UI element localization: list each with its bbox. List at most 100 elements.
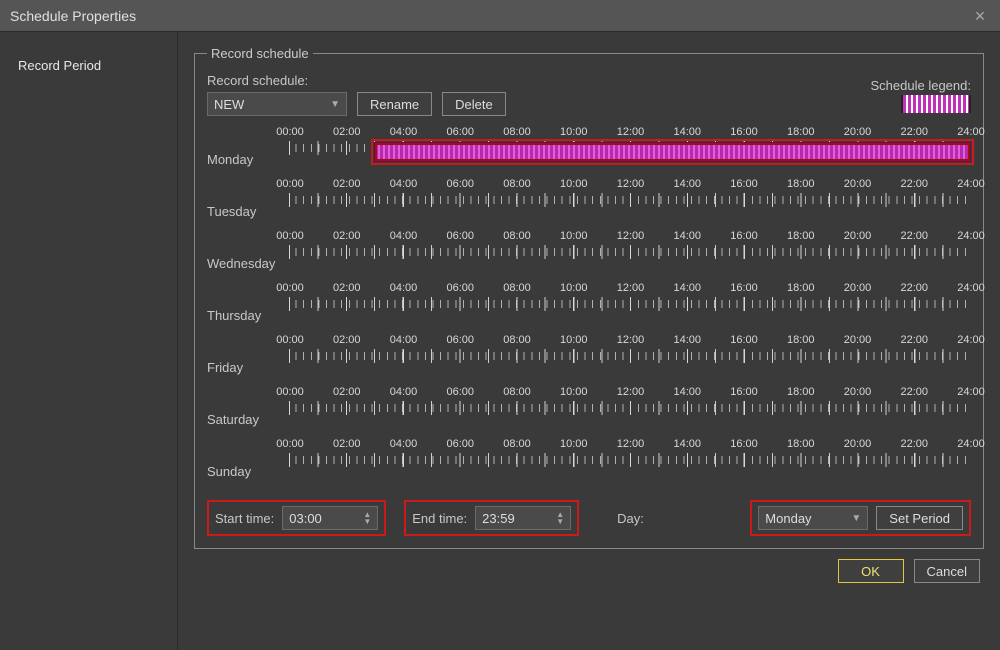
- hour-label: 16:00: [729, 282, 759, 294]
- schedule-legend-label: Schedule legend:: [871, 78, 971, 93]
- end-time-value: 23:59: [482, 511, 515, 526]
- ok-button[interactable]: OK: [838, 559, 904, 583]
- hour-label: 08:00: [502, 386, 532, 398]
- chevron-down-icon: ▼: [330, 99, 340, 110]
- start-time-value: 03:00: [289, 511, 322, 526]
- hour-label: 02:00: [332, 230, 362, 242]
- hour-label: 00:00: [275, 386, 305, 398]
- hour-label: 08:00: [502, 178, 532, 190]
- hour-label: 00:00: [275, 126, 305, 138]
- hour-label: 22:00: [899, 230, 929, 242]
- hour-label: 22:00: [899, 178, 929, 190]
- day-row: Sunday00:0002:0004:0006:0008:0010:0012:0…: [207, 438, 971, 490]
- start-time-input[interactable]: 03:00 ▲▼: [282, 506, 378, 530]
- hour-labels: 00:0002:0004:0006:0008:0010:0012:0014:00…: [289, 178, 971, 190]
- chevron-down-icon: ▼: [851, 513, 861, 524]
- schedule-select-label: Record schedule:: [207, 73, 347, 88]
- hour-label: 04:00: [389, 438, 419, 450]
- cancel-button[interactable]: Cancel: [914, 559, 980, 583]
- hour-label: 18:00: [786, 178, 816, 190]
- hour-label: 02:00: [332, 282, 362, 294]
- record-schedule-group: Record schedule Record schedule: NEW ▼ R…: [194, 46, 984, 549]
- day-select-value: Monday: [765, 511, 811, 526]
- hour-label: 16:00: [729, 386, 759, 398]
- hour-label: 14:00: [672, 178, 702, 190]
- day-select[interactable]: Monday ▼: [758, 506, 868, 530]
- hour-label: 20:00: [843, 126, 873, 138]
- groupbox-legend: Record schedule: [207, 46, 313, 61]
- ruler[interactable]: [289, 450, 971, 470]
- day-row: Wednesday00:0002:0004:0006:0008:0010:001…: [207, 230, 971, 282]
- hour-label: 08:00: [502, 282, 532, 294]
- hour-label: 14:00: [672, 334, 702, 346]
- hour-label: 22:00: [899, 334, 929, 346]
- start-time-label: Start time:: [215, 511, 274, 526]
- hour-label: 14:00: [672, 386, 702, 398]
- timeline[interactable]: 00:0002:0004:0006:0008:0010:0012:0014:00…: [289, 126, 971, 178]
- timeline[interactable]: 00:0002:0004:0006:0008:0010:0012:0014:00…: [289, 178, 971, 230]
- timeline[interactable]: 00:0002:0004:0006:0008:0010:0012:0014:00…: [289, 230, 971, 282]
- hour-label: 24:00: [956, 386, 986, 398]
- timeline[interactable]: 00:0002:0004:0006:0008:0010:0012:0014:00…: [289, 438, 971, 490]
- hour-label: 16:00: [729, 438, 759, 450]
- timeline[interactable]: 00:0002:0004:0006:0008:0010:0012:0014:00…: [289, 334, 971, 386]
- ruler[interactable]: [289, 190, 971, 210]
- hour-labels: 00:0002:0004:0006:0008:0010:0012:0014:00…: [289, 386, 971, 398]
- hour-label: 16:00: [729, 178, 759, 190]
- hour-label: 04:00: [389, 386, 419, 398]
- schedule-select[interactable]: NEW ▼: [207, 92, 347, 116]
- hour-label: 00:00: [275, 282, 305, 294]
- hour-label: 22:00: [899, 282, 929, 294]
- set-period-button[interactable]: Set Period: [876, 506, 963, 530]
- hour-label: 04:00: [389, 126, 419, 138]
- hour-label: 02:00: [332, 438, 362, 450]
- spinner-icon: ▲▼: [363, 511, 371, 525]
- hour-label: 18:00: [786, 230, 816, 242]
- hour-label: 12:00: [616, 282, 646, 294]
- rename-button[interactable]: Rename: [357, 92, 432, 116]
- hour-label: 18:00: [786, 386, 816, 398]
- hour-label: 24:00: [956, 282, 986, 294]
- end-time-input[interactable]: 23:59 ▲▼: [475, 506, 571, 530]
- hour-label: 06:00: [445, 438, 475, 450]
- hour-labels: 00:0002:0004:0006:0008:0010:0012:0014:00…: [289, 282, 971, 294]
- hour-label: 06:00: [445, 334, 475, 346]
- timeline[interactable]: 00:0002:0004:0006:0008:0010:0012:0014:00…: [289, 282, 971, 334]
- day-name: Tuesday: [207, 190, 289, 219]
- timeline[interactable]: 00:0002:0004:0006:0008:0010:0012:0014:00…: [289, 386, 971, 438]
- day-name: Wednesday: [207, 242, 289, 271]
- hour-label: 20:00: [843, 334, 873, 346]
- hour-label: 08:00: [502, 230, 532, 242]
- hour-label: 04:00: [389, 178, 419, 190]
- hour-label: 10:00: [559, 438, 589, 450]
- hour-labels: 00:0002:0004:0006:0008:0010:0012:0014:00…: [289, 438, 971, 450]
- hour-label: 22:00: [899, 386, 929, 398]
- hour-label: 06:00: [445, 230, 475, 242]
- ruler[interactable]: [289, 294, 971, 314]
- day-row: Saturday00:0002:0004:0006:0008:0010:0012…: [207, 386, 971, 438]
- hour-label: 04:00: [389, 230, 419, 242]
- day-row: Thursday00:0002:0004:0006:0008:0010:0012…: [207, 282, 971, 334]
- legend-swatch-icon: [901, 95, 971, 113]
- hour-label: 24:00: [956, 334, 986, 346]
- hour-label: 20:00: [843, 386, 873, 398]
- hour-label: 22:00: [899, 438, 929, 450]
- hour-label: 22:00: [899, 126, 929, 138]
- hour-labels: 00:0002:0004:0006:0008:0010:0012:0014:00…: [289, 230, 971, 242]
- hour-label: 18:00: [786, 438, 816, 450]
- sidebar-item-record-period[interactable]: Record Period: [0, 52, 177, 79]
- hour-label: 12:00: [616, 334, 646, 346]
- hour-labels: 00:0002:0004:0006:0008:0010:0012:0014:00…: [289, 334, 971, 346]
- hour-label: 20:00: [843, 282, 873, 294]
- schedule-period[interactable]: [374, 142, 970, 162]
- close-icon[interactable]: ×: [970, 6, 990, 26]
- ruler[interactable]: [289, 346, 971, 366]
- spinner-icon: ▲▼: [556, 511, 564, 525]
- hour-label: 16:00: [729, 126, 759, 138]
- hour-label: 00:00: [275, 230, 305, 242]
- delete-button[interactable]: Delete: [442, 92, 506, 116]
- hour-label: 08:00: [502, 126, 532, 138]
- hour-label: 02:00: [332, 126, 362, 138]
- ruler[interactable]: [289, 242, 971, 262]
- ruler[interactable]: [289, 398, 971, 418]
